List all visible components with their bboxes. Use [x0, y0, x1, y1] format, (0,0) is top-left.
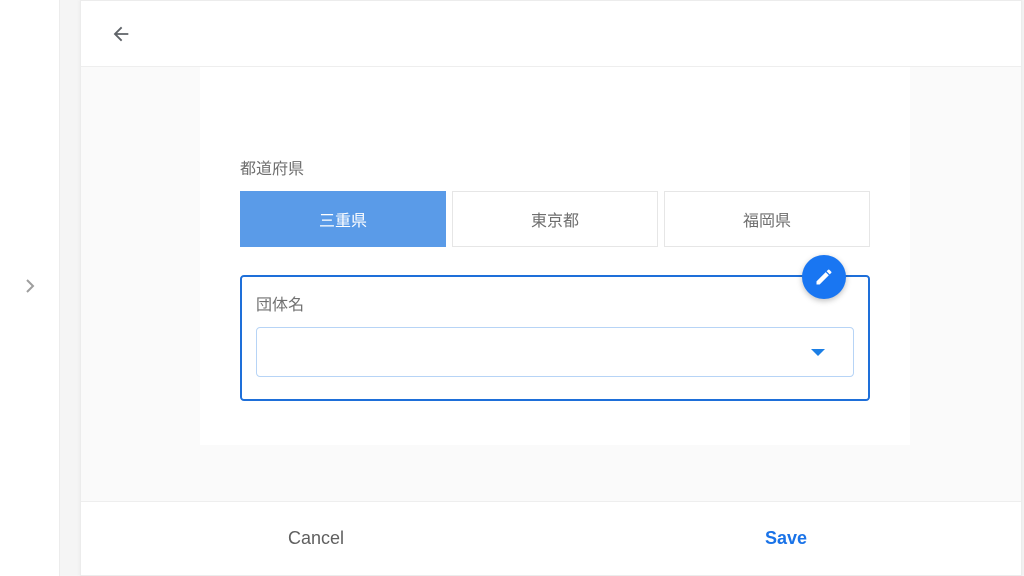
dialog: 都道府県 三重県 東京都 福岡県 団体名: [80, 0, 1022, 576]
prefecture-field: 都道府県 三重県 東京都 福岡県: [240, 155, 870, 247]
app-shell: 都道府県 三重県 東京都 福岡県 団体名: [0, 0, 1024, 576]
back-button[interactable]: [101, 14, 141, 54]
prefecture-label: 都道府県: [240, 155, 870, 179]
edit-button[interactable]: [802, 255, 846, 299]
prefecture-option-1[interactable]: 三重県: [240, 191, 446, 247]
chevron-right-icon[interactable]: [25, 279, 35, 297]
form-card: 都道府県 三重県 東京都 福岡県 団体名: [200, 67, 910, 445]
prefecture-option-3[interactable]: 福岡県: [664, 191, 870, 247]
prefecture-option-2[interactable]: 東京都: [452, 191, 658, 247]
dialog-header: [81, 1, 1021, 67]
organization-block: 団体名: [240, 275, 870, 401]
caret-down-icon: [811, 349, 825, 356]
arrow-left-icon: [110, 23, 132, 45]
organization-select[interactable]: [256, 327, 854, 377]
dialog-footer: Cancel Save: [81, 501, 1021, 575]
cancel-button[interactable]: Cancel: [81, 502, 551, 575]
save-button[interactable]: Save: [551, 502, 1021, 575]
left-rail: [0, 0, 60, 576]
dialog-body: 都道府県 三重県 東京都 福岡県 団体名: [81, 67, 1021, 501]
prefecture-options: 三重県 東京都 福岡県: [240, 191, 870, 247]
pencil-icon: [814, 267, 834, 287]
organization-label: 団体名: [256, 291, 854, 315]
